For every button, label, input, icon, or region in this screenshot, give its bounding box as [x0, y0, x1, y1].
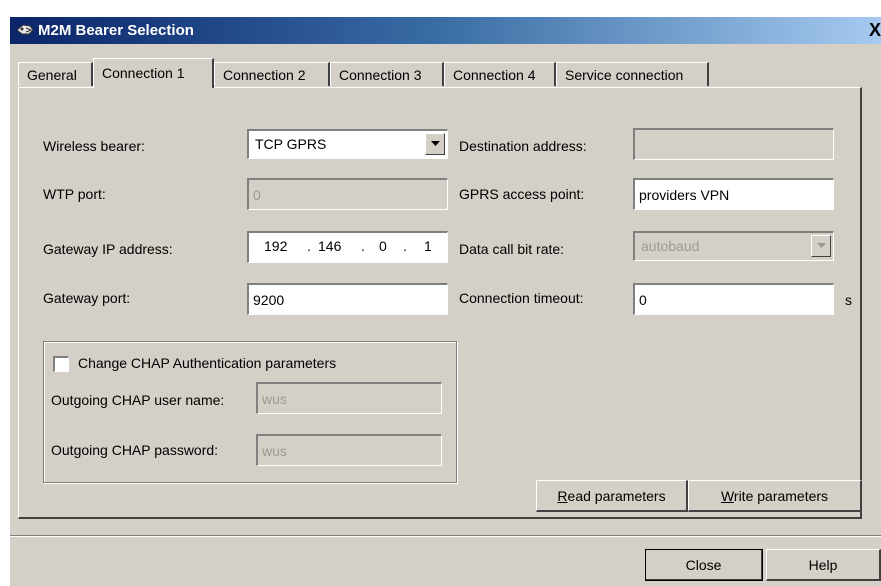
tab-connection-2[interactable]: Connection 2	[214, 62, 330, 86]
tab-general[interactable]: General	[18, 62, 93, 86]
wireless-bearer-select[interactable]: TCP GPRS	[247, 129, 448, 159]
connection-timeout-field[interactable]	[633, 283, 834, 315]
write-label: rite parameters	[733, 487, 829, 504]
app-icon	[16, 24, 34, 35]
dropdown-arrow-icon[interactable]	[425, 133, 445, 155]
desktop-left	[0, 0, 10, 586]
wireless-bearer-label: Wireless bearer:	[43, 138, 145, 154]
ip-dot-3: .	[403, 238, 407, 254]
window-title: M2M Bearer Selection	[38, 22, 194, 39]
gprs-access-point-field[interactable]	[633, 178, 834, 210]
write-accel: W	[720, 487, 734, 504]
read-parameters-button[interactable]: Read parameters	[536, 480, 688, 512]
tab-connection-3[interactable]: Connection 3	[330, 62, 444, 86]
dropdown-arrow-icon	[811, 235, 831, 257]
wtp-port-label: WTP port:	[43, 186, 106, 202]
tab-connection-1[interactable]: Connection 1	[93, 58, 214, 88]
gateway-port-label: Gateway port:	[43, 290, 131, 306]
close-button[interactable]: Close	[645, 549, 763, 581]
gateway-ip-field[interactable]: 192 . 146 . 0 . 1	[247, 231, 448, 263]
title-bar[interactable]: M2M Bearer Selection	[10, 17, 881, 44]
desktop-top	[0, 0, 881, 17]
ip-dot-1: .	[307, 238, 311, 254]
read-accel: R	[557, 487, 568, 504]
dialog-window: M2M Bearer Selection X General Connectio…	[0, 0, 881, 586]
ip-dot-2: .	[361, 238, 365, 254]
footer-separator	[10, 535, 881, 537]
chap-checkbox-label[interactable]: Change CHAP Authentication parameters	[78, 355, 336, 371]
tab-connection-4[interactable]: Connection 4	[444, 62, 556, 86]
wtp-port-field	[247, 178, 448, 210]
tab-service-connection[interactable]: Service connection	[556, 62, 709, 86]
destination-address-field	[633, 128, 834, 160]
help-button[interactable]: Help	[766, 549, 881, 581]
gateway-port-field[interactable]	[247, 283, 448, 315]
connection-timeout-label: Connection timeout:	[459, 290, 584, 306]
timeout-unit: s	[845, 292, 852, 308]
wireless-bearer-value: TCP GPRS	[255, 136, 327, 152]
gprs-access-point-label: GPRS access point:	[459, 186, 585, 202]
chap-user-name-label: Outgoing CHAP user name:	[51, 392, 225, 408]
data-call-bit-rate-value: autobaud	[641, 238, 700, 254]
ip-octet-1[interactable]: 192	[264, 238, 287, 254]
chap-user-name-field	[256, 382, 442, 414]
destination-address-label: Destination address:	[459, 138, 587, 154]
close-icon[interactable]: X	[865, 17, 881, 44]
chap-password-label: Outgoing CHAP password:	[51, 442, 219, 458]
read-label: ead parameters	[567, 487, 666, 504]
data-call-bit-rate-label: Data call bit rate:	[459, 241, 565, 257]
chap-checkbox[interactable]	[53, 356, 69, 372]
write-parameters-button[interactable]: Write parameters	[688, 480, 862, 512]
gateway-ip-label: Gateway IP address:	[43, 241, 173, 257]
chap-password-field	[256, 434, 442, 466]
ip-octet-3[interactable]: 0	[379, 238, 387, 254]
data-call-bit-rate-select: autobaud	[633, 231, 834, 261]
ip-octet-4[interactable]: 1	[424, 238, 432, 254]
ip-octet-2[interactable]: 146	[318, 238, 341, 254]
